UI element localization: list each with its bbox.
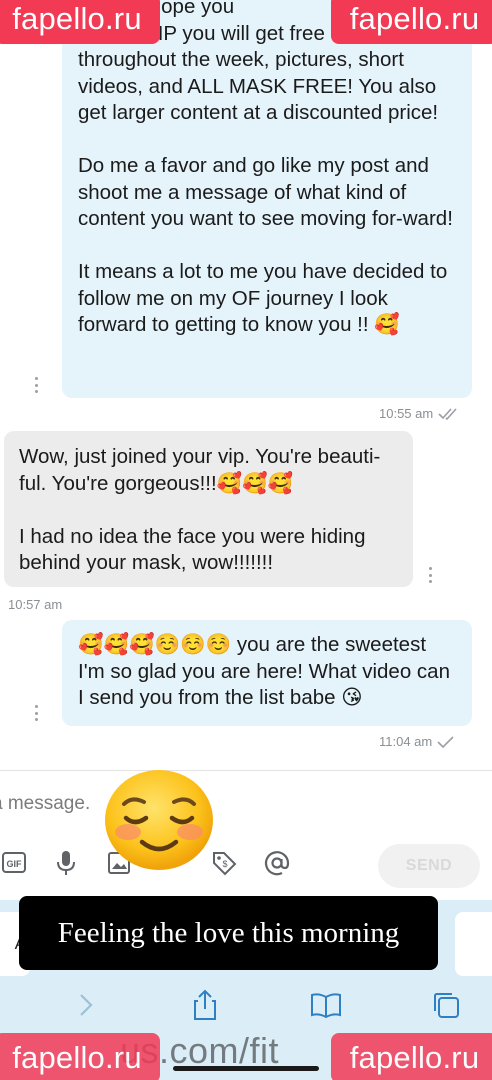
home-indicator[interactable]: [173, 1066, 319, 1071]
gif-icon[interactable]: GIF: [0, 848, 30, 878]
message-bubble-incoming[interactable]: Wow, just joined your vip. You're beauti…: [4, 431, 413, 587]
double-check-icon: [438, 407, 457, 420]
share-icon[interactable]: [185, 985, 225, 1025]
message-time: 10:55 am: [379, 406, 434, 421]
microphone-icon[interactable]: [51, 848, 81, 878]
watermark-top-right: fapello.ru: [331, 0, 492, 44]
svg-text:$: $: [222, 859, 227, 869]
gif-label: GIF: [7, 859, 23, 869]
message-composer: GIF $ SEND: [0, 771, 492, 900]
message-options-icon[interactable]: [34, 705, 38, 721]
watermark-bottom-right: fapello.ru: [331, 1033, 492, 1080]
message-time: 11:04 am: [379, 734, 433, 749]
message-options-icon[interactable]: [428, 567, 432, 583]
message-options-icon[interactable]: [34, 377, 38, 393]
message-meta: 10:57 am: [8, 597, 62, 612]
conversation-view: mask, I hope you On my VIP you will get …: [0, 0, 492, 770]
bookmarks-icon[interactable]: [306, 985, 346, 1025]
at-sign-icon[interactable]: [262, 848, 292, 878]
message-bubble-outgoing[interactable]: mask, I hope you On my VIP you will get …: [62, 0, 472, 398]
message-bubble-outgoing[interactable]: 🥰🥰🥰☺️☺️☺️ you are the sweetest I'm so gl…: [62, 620, 472, 726]
forward-icon[interactable]: [66, 985, 106, 1025]
watermark-bottom-left: fapello.ru: [0, 1033, 160, 1080]
tab-preview-right[interactable]: [455, 912, 492, 976]
send-button[interactable]: SEND: [378, 844, 480, 888]
smiling-face-icon: [105, 770, 213, 870]
check-icon: [437, 735, 454, 748]
message-time: 10:57 am: [8, 597, 63, 612]
tabs-icon[interactable]: [426, 985, 466, 1025]
watermark-top-left: fapello.ru: [0, 0, 160, 44]
message-meta: 10:55 am: [379, 406, 460, 421]
message-meta: 11:04 am: [379, 734, 455, 749]
story-caption: Feeling the love this morning: [19, 896, 438, 970]
